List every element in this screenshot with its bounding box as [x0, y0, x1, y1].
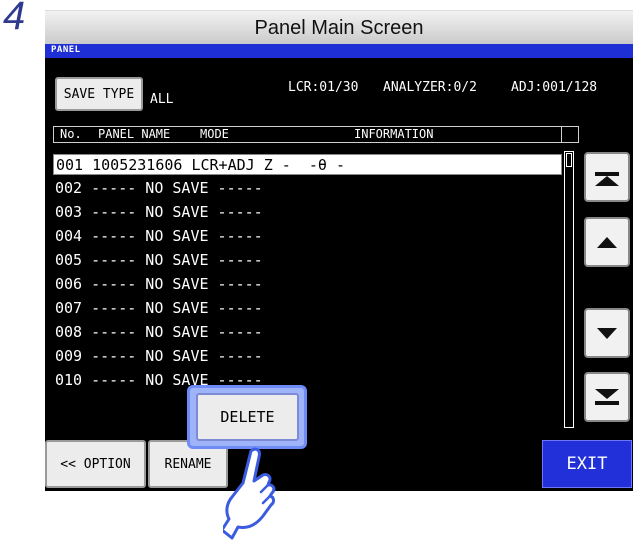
scroll-bottom-button[interactable]: [584, 372, 630, 422]
delete-button[interactable]: DELETE: [196, 393, 299, 441]
panel-label: PANEL: [51, 45, 81, 55]
lcr-count: LCR:01/30: [288, 80, 359, 95]
header-scroll-cell: [562, 126, 579, 143]
save-type-value: ALL: [150, 92, 174, 107]
analyzer-count: ANALYZER:0/2: [383, 80, 477, 95]
scroll-down-button[interactable]: [584, 308, 630, 358]
pointing-hand-icon: [223, 447, 276, 540]
list-item[interactable]: 005 ----- NO SAVE -----: [53, 250, 562, 271]
step-number: 4: [3, 0, 26, 38]
page-title: Panel Main Screen: [254, 16, 424, 39]
up-arrow-icon: [597, 237, 617, 248]
adj-count: ADJ:001/128: [511, 80, 598, 95]
column-header-panel-name: PANEL NAME: [98, 127, 171, 141]
table-header: No. PANEL NAME MODE INFORMATION: [53, 126, 562, 143]
save-type-button[interactable]: SAVE TYPE: [55, 77, 143, 111]
list-item[interactable]: 007 ----- NO SAVE -----: [53, 298, 562, 319]
list-item[interactable]: 010 ----- NO SAVE -----: [53, 370, 562, 391]
list-scrollbar[interactable]: [564, 151, 574, 428]
device-screen: PANEL SAVE TYPE ALL LCR:01/30 ANALYZER:0…: [45, 44, 633, 491]
panel-header-strip: PANEL: [45, 44, 633, 58]
column-header-mode: MODE: [200, 127, 229, 141]
column-header-information: INFORMATION: [354, 127, 434, 141]
scrollbar-thumb[interactable]: [566, 153, 572, 167]
list-item[interactable]: 009 ----- NO SAVE -----: [53, 346, 562, 367]
list-item[interactable]: 008 ----- NO SAVE -----: [53, 322, 562, 343]
scroll-up-button[interactable]: [584, 217, 630, 267]
list-item[interactable]: 004 ----- NO SAVE -----: [53, 226, 562, 247]
panel-list: 001 1005231606 LCR+ADJ Z - -θ - 002 ----…: [53, 144, 562, 426]
list-item[interactable]: 003 ----- NO SAVE -----: [53, 202, 562, 223]
exit-button[interactable]: EXIT: [542, 440, 632, 488]
title-bar: Panel Main Screen: [45, 10, 633, 45]
option-button[interactable]: << OPTION: [45, 440, 146, 488]
double-up-arrow-icon: [595, 172, 619, 186]
list-item[interactable]: 001 1005231606 LCR+ADJ Z - -θ -: [53, 154, 562, 175]
scroll-top-button[interactable]: [584, 152, 630, 202]
down-arrow-icon: [597, 328, 617, 339]
double-down-arrow-icon: [595, 389, 619, 405]
list-item[interactable]: 002 ----- NO SAVE -----: [53, 178, 562, 199]
column-header-no: No.: [60, 127, 82, 141]
list-item[interactable]: 006 ----- NO SAVE -----: [53, 274, 562, 295]
